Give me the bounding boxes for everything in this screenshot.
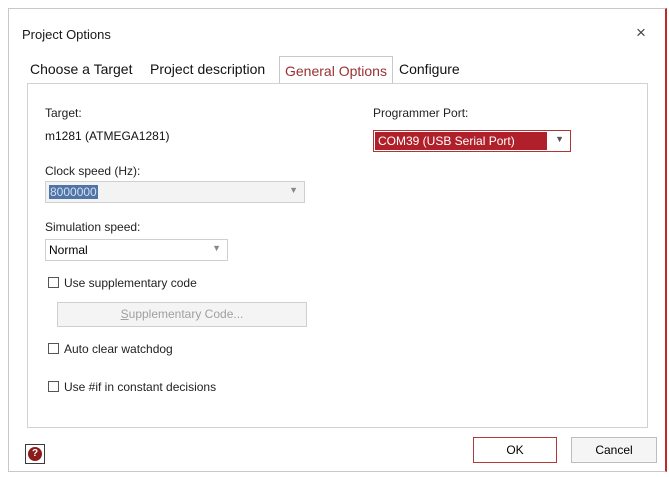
supplementary-code-checkbox[interactable] — [48, 277, 59, 288]
cancel-button[interactable]: Cancel — [571, 437, 657, 463]
programmer-port-select[interactable]: COM39 (USB Serial Port) ▼ — [373, 130, 571, 152]
target-label: Target: — [45, 106, 82, 120]
use-hash-if-checkbox[interactable] — [48, 381, 59, 392]
help-glyph: ? — [28, 447, 42, 461]
use-hash-if-label: Use #if in constant decisions — [64, 380, 217, 394]
clock-speed-combo[interactable]: 8000000 ▼ — [45, 181, 305, 203]
target-value: m1281 (ATMEGA1281) — [45, 129, 170, 143]
chevron-down-icon: ▼ — [555, 134, 564, 144]
chevron-down-icon: ▼ — [289, 185, 298, 195]
auto-clear-watchdog-checkbox[interactable] — [48, 343, 59, 354]
simulation-speed-label: Simulation speed: — [45, 220, 141, 234]
general-options-panel: Target: m1281 (ATMEGA1281) Clock speed (… — [27, 83, 648, 428]
supplementary-code-button-text: upplementary Code... — [128, 307, 244, 321]
simulation-speed-value: Normal — [49, 243, 88, 257]
simulation-speed-select[interactable]: Normal ▼ — [45, 239, 228, 261]
supplementary-code-label: Use supplementary code — [64, 276, 197, 290]
tab-bar: Choose a Target Project description Gene… — [27, 56, 647, 85]
auto-clear-watchdog-label: Auto clear watchdog — [64, 342, 173, 356]
programmer-port-value: COM39 (USB Serial Port) — [375, 132, 547, 150]
clock-speed-value: 8000000 — [49, 185, 98, 199]
supplementary-code-button[interactable]: Supplementary Code... — [57, 302, 307, 327]
ok-button[interactable]: OK — [473, 437, 557, 463]
tab-configure[interactable]: Configure — [399, 61, 460, 77]
supplementary-code-mnemonic: S — [120, 307, 129, 321]
programmer-port-label: Programmer Port: — [373, 106, 469, 120]
title-bar: Project Options × — [9, 9, 665, 49]
clock-speed-label: Clock speed (Hz): — [45, 164, 141, 178]
dialog-title: Project Options — [22, 27, 111, 42]
tab-choose-target[interactable]: Choose a Target — [30, 61, 132, 77]
close-icon[interactable]: × — [631, 23, 651, 43]
tab-project-description[interactable]: Project description — [150, 61, 265, 77]
tab-general-options[interactable]: General Options — [279, 56, 393, 85]
chevron-down-icon: ▼ — [212, 243, 221, 253]
project-options-dialog: Project Options × Choose a Target Projec… — [8, 8, 667, 472]
help-icon[interactable]: ? — [25, 444, 45, 464]
